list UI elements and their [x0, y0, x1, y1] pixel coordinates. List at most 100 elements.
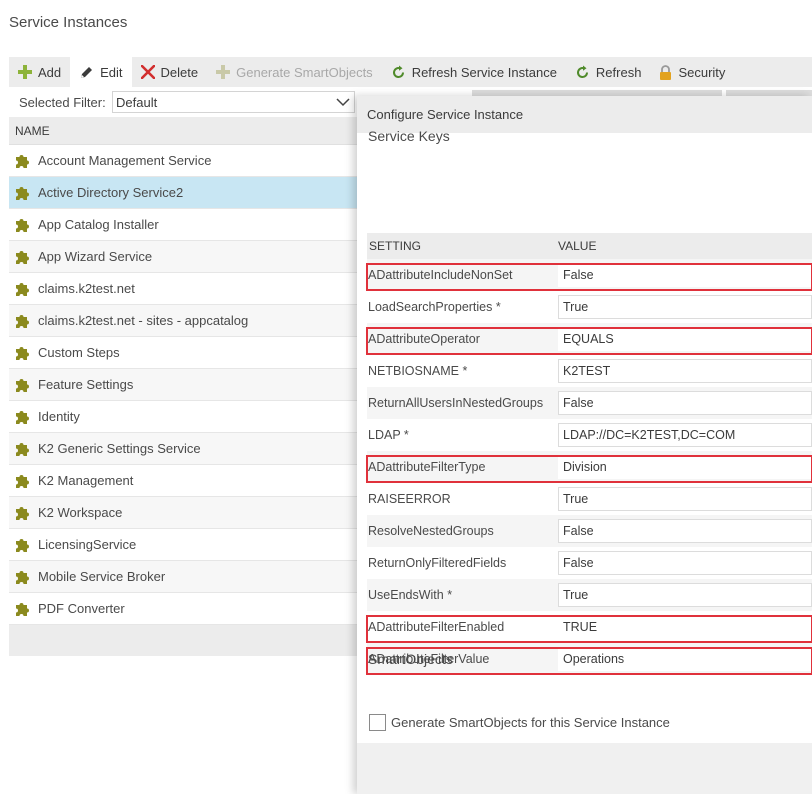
setting-value-input[interactable]: LDAP://DC=K2TEST,DC=COM — [558, 423, 812, 447]
lock-icon — [660, 64, 672, 80]
setting-value-input[interactable]: False — [558, 519, 812, 543]
configure-service-instance-panel: Configure Service Instance Service Keys … — [357, 96, 812, 794]
generate-smartobjects-label: Generate SmartObjects — [236, 64, 373, 80]
pencil-icon — [81, 66, 93, 78]
list-item-label: Custom Steps — [38, 345, 120, 360]
setting-value-input[interactable]: True — [558, 295, 812, 319]
generate-smartobjects-row: Generate SmartObjects for this Service I… — [369, 714, 670, 731]
edit-button[interactable]: Edit — [70, 57, 132, 87]
puzzle-piece-icon — [16, 186, 29, 200]
settings-table-header: SETTING VALUE — [367, 233, 812, 259]
list-item[interactable]: App Catalog Installer — [9, 209, 359, 241]
puzzle-piece-icon — [16, 602, 29, 616]
filter-row: Selected Filter: Default — [9, 91, 355, 113]
plus-icon — [18, 65, 32, 79]
setting-name: LoadSearchProperties * — [368, 300, 501, 314]
setting-value-input[interactable]: False — [558, 263, 812, 287]
setting-name: ADattributeFilterEnabled — [368, 620, 505, 634]
delete-button[interactable]: Delete — [132, 57, 208, 87]
list-item-label: App Catalog Installer — [38, 217, 159, 232]
setting-name: RAISEERROR — [368, 492, 451, 506]
setting-value-input[interactable]: Operations — [558, 647, 812, 671]
list-item[interactable]: K2 Management — [9, 465, 359, 497]
list-item-label: Feature Settings — [38, 377, 134, 392]
list-item-label: claims.k2test.net - sites - appcatalog — [38, 313, 249, 328]
setting-name: UseEndsWith * — [368, 588, 453, 602]
generate-smartobjects-checkbox-label: Generate SmartObjects for this Service I… — [391, 715, 670, 730]
list-item[interactable]: claims.k2test.net - sites - appcatalog — [9, 305, 359, 337]
setting-value-input[interactable]: Division — [558, 455, 812, 479]
plus-icon — [216, 65, 231, 79]
list-item[interactable]: Account Management Service — [9, 145, 359, 177]
puzzle-piece-icon — [16, 282, 29, 296]
setting-row: RAISEERROR True — [367, 483, 812, 515]
puzzle-piece-icon — [16, 154, 29, 168]
list-item-label: Mobile Service Broker — [38, 569, 166, 584]
setting-name: ADattributeIncludeNonSet — [368, 268, 513, 282]
puzzle-piece-icon — [16, 442, 29, 456]
add-button-label: Add — [38, 64, 62, 80]
puzzle-piece-icon — [16, 218, 29, 232]
puzzle-piece-icon — [16, 346, 29, 360]
page-title: Service Instances — [9, 14, 128, 31]
list-item[interactable]: claims.k2test.net — [9, 273, 359, 305]
list-item[interactable]: Custom Steps — [9, 337, 359, 369]
puzzle-piece-icon — [16, 506, 29, 520]
setting-row: LDAP * LDAP://DC=K2TEST,DC=COM — [367, 419, 812, 451]
list-item[interactable]: K2 Workspace — [9, 497, 359, 529]
list-rows: Account Management Service Active Directo… — [9, 145, 359, 625]
generate-smartobjects-checkbox[interactable] — [369, 714, 386, 731]
setting-value-input[interactable]: True — [558, 487, 812, 511]
setting-row: ADattributeFilterType Division — [366, 451, 812, 483]
list-item[interactable]: App Wizard Service — [9, 241, 359, 273]
setting-value-input[interactable]: TRUE — [558, 615, 812, 639]
setting-value-input[interactable]: False — [558, 551, 812, 575]
security-button[interactable]: Security — [650, 57, 734, 87]
refresh-service-instance-label: Refresh Service Instance — [411, 64, 557, 80]
list-header[interactable]: NAME — [9, 117, 359, 145]
setting-name: ResolveNestedGroups — [368, 524, 494, 538]
panel-body: Service Keys SETTING VALUE ADattributeIn… — [357, 128, 812, 794]
setting-value-input[interactable]: False — [558, 391, 812, 415]
value-column-header: VALUE — [558, 239, 597, 253]
setting-row: LoadSearchProperties * True — [367, 291, 812, 323]
puzzle-piece-icon — [16, 570, 29, 584]
list-item[interactable]: Active Directory Service2 — [9, 177, 359, 209]
setting-name: LDAP * — [368, 428, 409, 442]
list-item-label: K2 Generic Settings Service — [38, 441, 201, 456]
service-keys-heading: Service Keys — [368, 128, 450, 144]
puzzle-piece-icon — [16, 250, 29, 264]
refresh-button-label: Refresh — [595, 64, 642, 80]
setting-row: ADattributeFilterEnabled TRUE — [366, 611, 812, 643]
setting-row: ADattributeOperator EQUALS — [366, 323, 812, 355]
setting-value-input[interactable]: EQUALS — [558, 327, 812, 351]
list-item-label: PDF Converter — [38, 601, 125, 616]
panel-footer — [357, 743, 812, 794]
setting-name: ReturnOnlyFilteredFields — [368, 556, 507, 570]
puzzle-piece-icon — [16, 378, 29, 392]
list-item-label: Active Directory Service2 — [38, 185, 184, 200]
filter-select[interactable]: Default — [112, 91, 355, 113]
list-item-label: K2 Workspace — [38, 505, 123, 520]
setting-name: ReturnAllUsersInNestedGroups — [368, 396, 544, 410]
list-item[interactable]: Mobile Service Broker — [9, 561, 359, 593]
refresh-service-instance-button[interactable]: Refresh Service Instance — [382, 57, 566, 87]
setting-name: NETBIOSNAME * — [368, 364, 468, 378]
setting-value-input[interactable]: True — [558, 583, 812, 607]
list-item-label: LicensingService — [38, 537, 137, 552]
list-item[interactable]: PDF Converter — [9, 593, 359, 625]
refresh-button[interactable]: Refresh — [566, 57, 651, 87]
refresh-icon — [392, 65, 404, 78]
list-item[interactable]: Feature Settings — [9, 369, 359, 401]
setting-row: UseEndsWith * True — [367, 579, 812, 611]
toolbar: Add Edit Delete Generate SmartObjects Re… — [9, 57, 812, 87]
setting-value-input[interactable]: K2TEST — [558, 359, 812, 383]
puzzle-piece-icon — [16, 314, 29, 328]
list-item[interactable]: LicensingService — [9, 529, 359, 561]
chevron-down-icon — [336, 97, 350, 106]
add-button[interactable]: Add — [9, 57, 70, 87]
edit-button-label: Edit — [100, 64, 123, 80]
list-item[interactable]: Identity — [9, 401, 359, 433]
generate-smartobjects-button[interactable]: Generate SmartObjects — [207, 57, 382, 87]
list-item[interactable]: K2 Generic Settings Service — [9, 433, 359, 465]
